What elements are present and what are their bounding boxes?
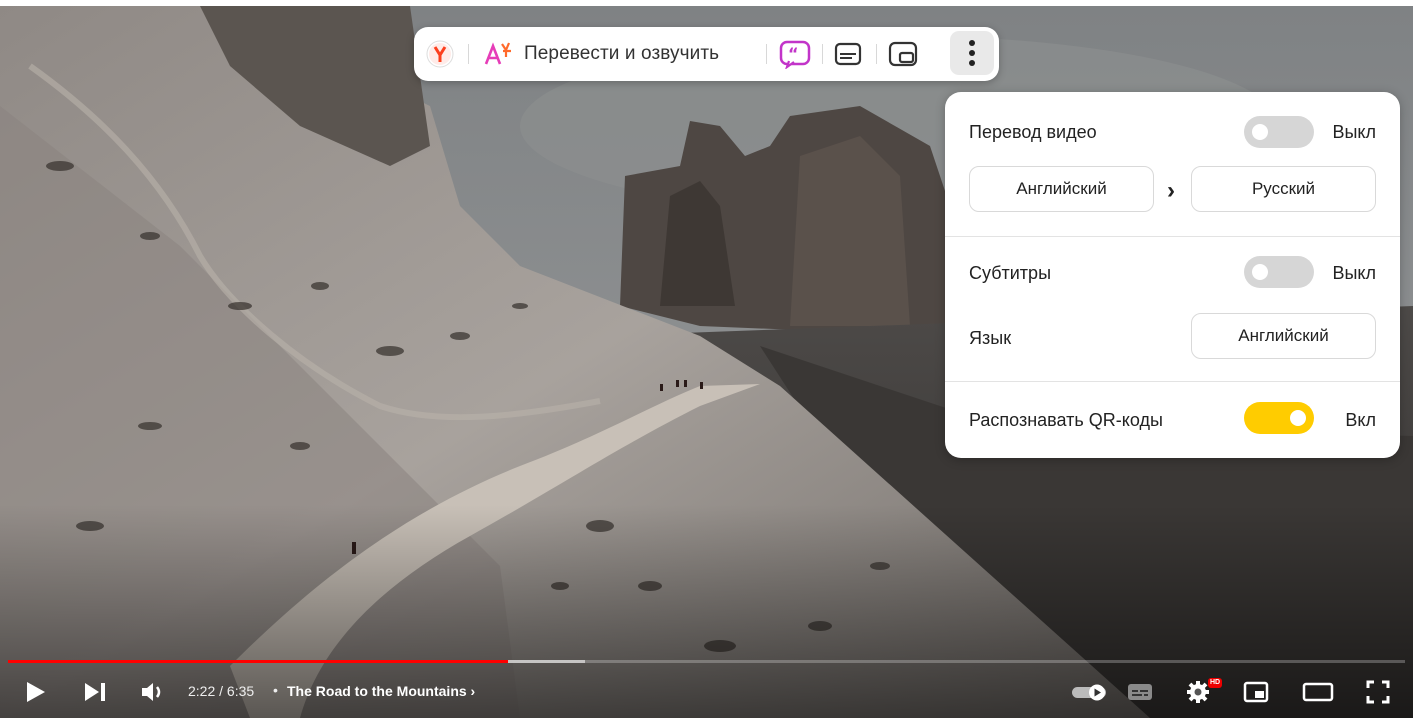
chevron-right-icon: › <box>470 683 476 699</box>
more-vertical-icon <box>969 40 975 66</box>
toolbar-divider <box>822 44 823 64</box>
time-display: 2:22 / 6:35 <box>188 683 255 699</box>
video-translation-toggle[interactable] <box>1244 116 1314 148</box>
subtitles-language-label: Язык <box>969 328 1012 348</box>
progress-played <box>8 660 509 663</box>
miniplayer-icon <box>1243 681 1269 703</box>
translate-button[interactable]: Перевести и озвучить <box>484 27 719 81</box>
subtitles-button[interactable] <box>1124 676 1156 708</box>
panel-divider <box>945 381 1400 382</box>
yandex-logo-icon[interactable] <box>426 40 454 68</box>
yandex-video-toolbar: Перевести и озвучить “ <box>414 27 999 81</box>
fullscreen-button[interactable] <box>1362 676 1394 708</box>
toggle-knob <box>1290 410 1306 426</box>
qr-codes-state: Вкл <box>1345 410 1376 430</box>
next-button[interactable] <box>80 676 110 708</box>
play-button[interactable] <box>22 676 50 708</box>
translate-icon <box>484 42 511 65</box>
play-icon <box>27 682 45 702</box>
chevron-right-icon: › <box>1167 177 1175 204</box>
subtitles-icon <box>1128 684 1152 700</box>
subtitles-state: Выкл <box>1332 263 1376 283</box>
subtitles-icon <box>834 42 862 66</box>
subtitles-language-select[interactable]: Английский <box>1191 313 1376 359</box>
picture-in-picture-button[interactable] <box>887 27 919 81</box>
video-translation-label: Перевод видео <box>969 122 1097 142</box>
qr-codes-label: Распознавать QR-коды <box>969 410 1163 430</box>
miniplayer-button[interactable] <box>1240 676 1272 708</box>
theater-mode-button[interactable] <box>1300 676 1336 708</box>
video-translation-state: Выкл <box>1332 122 1376 142</box>
voice-subtitles-button[interactable]: “ <box>778 27 812 81</box>
toggle-knob <box>1252 264 1268 280</box>
chapter-title[interactable]: The Road to the Mountains › <box>287 683 475 699</box>
toolbar-divider <box>468 44 469 64</box>
fullscreen-icon <box>1366 680 1390 704</box>
autoplay-icon <box>1072 684 1106 701</box>
target-language-select[interactable]: Русский <box>1191 166 1376 212</box>
time-title-separator: • <box>273 682 278 698</box>
autoplay-toggle[interactable] <box>1068 676 1112 708</box>
more-options-button[interactable] <box>950 31 994 75</box>
toolbar-divider <box>766 44 767 64</box>
toggle-knob <box>1252 124 1268 140</box>
hd-badge: HD <box>1208 678 1222 688</box>
picture-in-picture-icon <box>888 41 918 67</box>
source-language-select[interactable]: Английский <box>969 166 1154 212</box>
theater-icon <box>1302 682 1334 702</box>
subtitles-label: Субтитры <box>969 263 1052 283</box>
translate-label: Перевести и озвучить <box>524 43 720 64</box>
svg-text:“: “ <box>788 44 799 63</box>
volume-button[interactable] <box>138 676 170 708</box>
video-title: The Road to the Mountains <box>287 683 467 699</box>
yandex-settings-panel: Перевод видео Выкл Английский › Русский … <box>945 92 1400 458</box>
subtitles-toggle[interactable] <box>1244 256 1314 288</box>
panel-divider <box>945 236 1400 237</box>
next-icon <box>85 683 105 701</box>
volume-icon <box>142 683 161 701</box>
quote-bubble-icon: “ <box>779 40 811 69</box>
qr-codes-toggle[interactable] <box>1244 402 1314 434</box>
subtitles-toggle-button[interactable] <box>833 27 863 81</box>
toolbar-divider <box>876 44 877 64</box>
